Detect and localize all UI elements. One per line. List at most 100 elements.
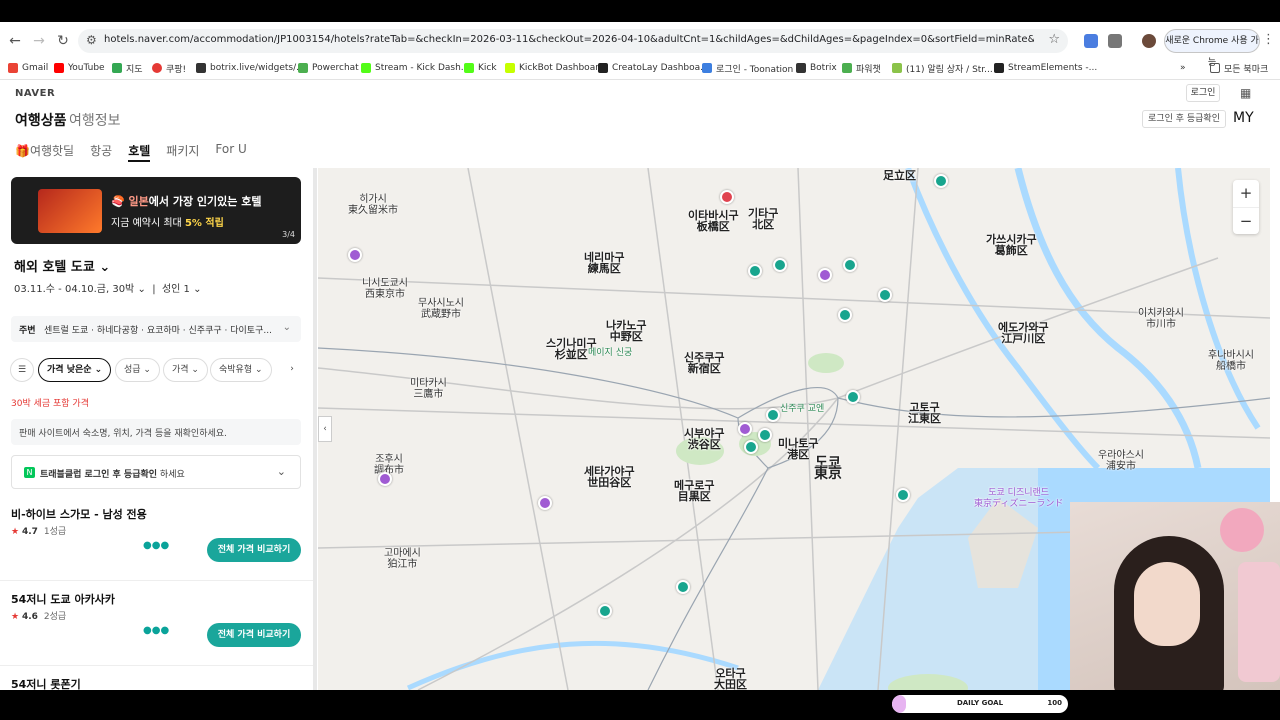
- hotel-card[interactable]: 비-하이브 스가모 - 남성 전용 ★ 4.7 1성급 ●●● 전체 가격 비교하…: [11, 506, 301, 586]
- tab-package[interactable]: 패키지: [166, 142, 199, 162]
- bookmark-coupang[interactable]: 쿠팡!: [152, 61, 186, 75]
- hotel-pin[interactable]: [766, 408, 780, 422]
- attraction-pin[interactable]: [348, 248, 362, 262]
- page-title[interactable]: 여행상품: [15, 110, 67, 130]
- attraction-pin[interactable]: [538, 496, 552, 510]
- site-info-icon[interactable]: ⚙: [86, 33, 97, 47]
- list-scrollbar[interactable]: [313, 168, 317, 690]
- puzzle-icon[interactable]: [1108, 34, 1122, 48]
- bookmark-gmail[interactable]: Gmail: [8, 61, 48, 75]
- map-label-funabashi: 후나바시시 船橋市: [1208, 350, 1254, 372]
- bookmark-botrix[interactable]: Botrix: [796, 61, 837, 75]
- date-selector[interactable]: 03.11.수 - 04.10.금, 30박: [14, 284, 134, 295]
- bookmark-powerchat[interactable]: Powerchat: [298, 61, 359, 75]
- guest-selector[interactable]: 성인 1: [162, 284, 190, 295]
- chevron-down-icon[interactable]: ⌄: [283, 322, 291, 333]
- promo-banner[interactable]: 🍣 일본에서 가장 인기있는 호텔 지금 예약시 최대 5% 적립 3/4: [11, 177, 301, 244]
- chevron-right-icon[interactable]: ›: [280, 358, 304, 382]
- poi-pin[interactable]: [720, 190, 734, 204]
- hotel-card[interactable]: 54저니 도쿄 아카사카 ★ 4.6 2성급 ●●● 전체 가격 비교하기: [11, 591, 301, 671]
- login-button[interactable]: 로그인: [1186, 84, 1220, 102]
- bookmark-creatolay[interactable]: CreatoLay Dashboa...: [598, 61, 709, 75]
- hotel-card[interactable]: 54저니 롯폰기: [11, 676, 301, 690]
- filter-settings-icon[interactable]: ☰: [10, 358, 34, 382]
- hotel-pin[interactable]: [773, 258, 787, 272]
- apps-grid-icon[interactable]: ▦: [1240, 86, 1251, 100]
- attraction-pin[interactable]: [378, 472, 392, 486]
- map-label-koto: 고토구 江東区: [908, 401, 941, 425]
- travel-club-login[interactable]: N 트래블클럽 로그인 후 등급확인 하세요 ⌄: [11, 455, 301, 489]
- attraction-pin[interactable]: [818, 268, 832, 282]
- hotel-pin[interactable]: [846, 390, 860, 404]
- tab-for-u[interactable]: For U: [215, 142, 246, 162]
- reload-icon[interactable]: ↻: [54, 32, 72, 50]
- bookmark-maps[interactable]: 지도: [112, 61, 143, 75]
- nearby-links[interactable]: 센트럴 도쿄 · 하네다공항 · 요코하마 · 신주쿠구 · 다이토구...: [44, 323, 272, 336]
- bookmark-kickbot[interactable]: KickBot Dashboard: [505, 61, 604, 75]
- hotel-pin[interactable]: [744, 440, 758, 454]
- page-subtitle-link[interactable]: 여행정보: [69, 110, 121, 130]
- hotel-pin[interactable]: [748, 264, 762, 278]
- hotel-pin[interactable]: [598, 604, 612, 618]
- bookmark-label: 로그인 - Toonation: [716, 64, 794, 75]
- bookmark-youtube[interactable]: YouTube: [54, 61, 105, 75]
- hotel-pin[interactable]: [934, 174, 948, 188]
- map-label-adachi: 足立区: [883, 169, 916, 182]
- zoom-out-button[interactable]: −: [1233, 207, 1259, 234]
- compare-prices-button[interactable]: 전체 가격 비교하기: [207, 538, 301, 562]
- menu-kebab-icon[interactable]: ⋮: [1262, 32, 1275, 47]
- map-label-nerima: 네리마구 練馬区: [584, 251, 625, 275]
- zoom-in-button[interactable]: +: [1233, 180, 1259, 207]
- back-icon[interactable]: ←: [6, 32, 24, 50]
- bookmark-streamelements[interactable]: StreamElements -...: [994, 61, 1097, 75]
- address-bar[interactable]: ⚙ hotels.naver.com/accommodation/JP10031…: [78, 29, 1068, 53]
- my-link[interactable]: MY: [1233, 110, 1254, 126]
- all-bookmarks-folder[interactable]: 모든 북마크: [1210, 61, 1268, 75]
- chevron-down-icon: ⌄: [99, 260, 111, 275]
- hotel-name[interactable]: 54저니 롯폰기: [11, 676, 81, 690]
- bookmark-toonation[interactable]: 로그인 - Toonation: [702, 61, 793, 75]
- bookmark-star-icon[interactable]: ☆: [1048, 32, 1060, 47]
- banner-emoji: 🍣: [111, 195, 129, 208]
- bookmark-label: 파워챗: [856, 64, 881, 75]
- hotel-rating: ★ 4.6 2성급: [11, 609, 66, 622]
- hotel-pin[interactable]: [758, 428, 772, 442]
- more-bookmarks-icon[interactable]: »: [1180, 61, 1186, 75]
- bookmark-label: Gmail: [22, 63, 49, 73]
- hotel-pin[interactable]: [843, 258, 857, 272]
- rating-value: 4.6: [21, 612, 38, 622]
- filter-star-button[interactable]: 성급 ⌄: [115, 358, 160, 382]
- bookmark-kick[interactable]: Kick: [464, 61, 497, 75]
- streamer-webcam-overlay: [1070, 502, 1280, 690]
- extension-icon[interactable]: [1084, 34, 1098, 48]
- nearby-areas[interactable]: 주변 센트럴 도쿄 · 하네다공항 · 요코하마 · 신주쿠구 · 다이토구..…: [11, 316, 301, 342]
- region-selector[interactable]: 해외 호텔 도쿄 ⌄: [14, 256, 110, 275]
- chevron-down-icon[interactable]: ⌄: [277, 465, 286, 478]
- hotel-name[interactable]: 54저니 도쿄 아카사카: [11, 591, 115, 607]
- compare-prices-button[interactable]: 전체 가격 비교하기: [207, 623, 301, 647]
- goal-value: 100: [1047, 699, 1062, 707]
- tab-hot-deal[interactable]: 🎁여행핫딜: [15, 142, 74, 162]
- bookmark-kick-dash[interactable]: Stream - Kick Dash...: [361, 61, 469, 75]
- bookmark-alert-box[interactable]: (11) 알림 상자 / Str...: [892, 61, 993, 75]
- bookmark-botrix-widgets[interactable]: botrix.live/widgets/...: [196, 61, 305, 75]
- hotel-pin[interactable]: [878, 288, 892, 302]
- sort-price-low-button[interactable]: 가격 낮은순 ⌄: [38, 358, 112, 382]
- attraction-pin[interactable]: [738, 422, 752, 436]
- naver-logo[interactable]: NAVER: [15, 88, 55, 99]
- profile-avatar[interactable]: [1142, 34, 1156, 48]
- grade-check-button[interactable]: 로그인 후 등급확인: [1142, 110, 1226, 128]
- chrome-update-button[interactable]: 새로운 Chrome 사용 가능: [1164, 29, 1260, 68]
- forward-icon[interactable]: →: [30, 32, 48, 50]
- bookmark-powerchat-kr[interactable]: 파워챗: [842, 61, 881, 75]
- collapse-list-icon[interactable]: ‹: [318, 416, 332, 442]
- tab-hotel[interactable]: 호텔: [128, 142, 151, 162]
- hotel-pin[interactable]: [896, 488, 910, 502]
- map-label-setagaya: 세타가야구 世田谷区: [584, 465, 635, 489]
- hotel-pin[interactable]: [838, 308, 852, 322]
- filter-lodging-type-button[interactable]: 숙박유형 ⌄: [210, 358, 272, 382]
- filter-price-button[interactable]: 가격 ⌄: [163, 358, 208, 382]
- tab-flight[interactable]: 항공: [90, 142, 112, 162]
- hotel-pin[interactable]: [676, 580, 690, 594]
- hotel-name[interactable]: 비-하이브 스가모 - 남성 전용: [11, 506, 147, 522]
